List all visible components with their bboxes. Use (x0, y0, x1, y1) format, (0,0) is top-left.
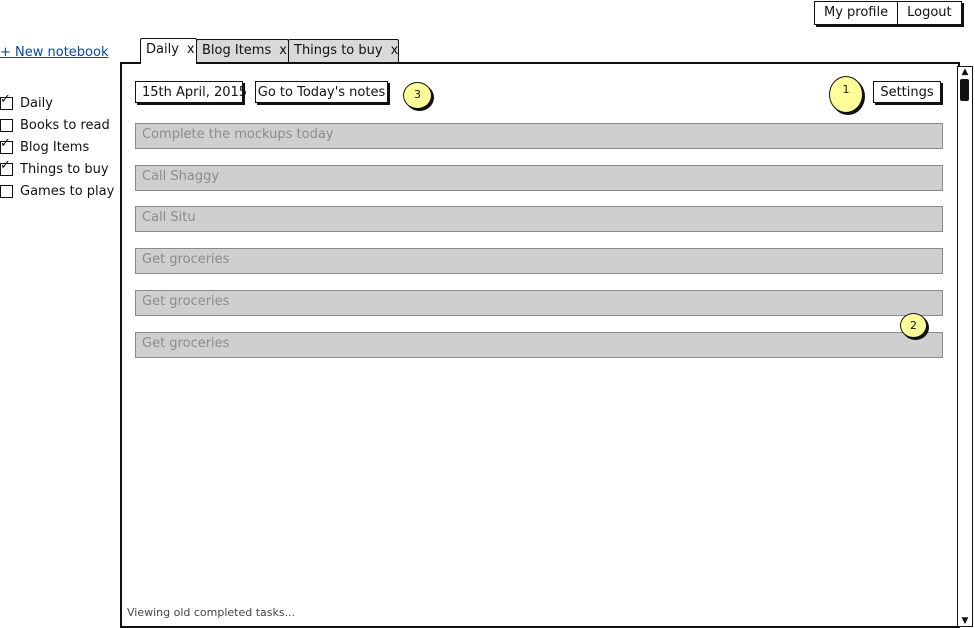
callout-marker: 1 (829, 76, 863, 113)
account-button-group: My profile Logout (814, 1, 962, 25)
notebook-label: Blog Items (20, 139, 90, 155)
scroll-down-icon[interactable]: ▼ (958, 616, 972, 626)
tab-close-button[interactable]: x (279, 43, 287, 58)
tab-blog-items[interactable]: Blog Items x (196, 39, 289, 62)
checkmark-icon: ✓ (0, 157, 11, 173)
scroll-thumb[interactable] (960, 79, 969, 101)
notebook-item-things-to-buy[interactable]: ✓ Things to buy (0, 158, 114, 180)
tab-daily[interactable]: Daily x (140, 38, 197, 64)
note-row[interactable]: Call Shaggy (135, 165, 943, 191)
notebook-checkbox[interactable]: ✓ (0, 92, 13, 110)
notebook-item-daily[interactable]: ✓ Daily (0, 92, 114, 114)
my-profile-button[interactable]: My profile (815, 2, 897, 24)
note-row[interactable]: Get groceries (135, 290, 943, 316)
notebook-label: Games to play (20, 183, 115, 199)
notebook-item-games-to-play[interactable]: Games to play (0, 180, 114, 202)
notebook-checkbox[interactable]: ✓ (0, 136, 13, 154)
tab-label: Blog Items (202, 43, 272, 58)
notebook-list: ✓ Daily Books to read ✓ Blog Items ✓ Thi… (0, 92, 114, 202)
notebook-checkbox[interactable] (0, 184, 13, 198)
go-to-today-button[interactable]: Go to Today's notes (255, 81, 388, 103)
callout-marker: 2 (900, 313, 927, 338)
notebook-label: Books to read (20, 117, 110, 133)
notebook-checkbox[interactable]: ✓ (0, 158, 13, 176)
vertical-scrollbar[interactable]: ▲ ▼ (957, 66, 973, 627)
notebook-checkbox[interactable] (0, 118, 13, 132)
tab-label: Things to buy (294, 43, 383, 58)
checkmark-icon: ✓ (0, 135, 11, 151)
notebook-item-blog-items[interactable]: ✓ Blog Items (0, 136, 114, 158)
notebook-item-books-to-read[interactable]: Books to read (0, 114, 114, 136)
note-row[interactable]: Get groceries (135, 248, 943, 274)
status-text: Viewing old completed tasks... (127, 606, 296, 619)
callout-marker: 3 (403, 82, 432, 109)
notebook-label: Daily (20, 95, 53, 111)
tab-things-to-buy[interactable]: Things to buy x (288, 39, 399, 62)
settings-button[interactable]: Settings (873, 81, 941, 103)
note-row[interactable]: Call Situ (135, 206, 943, 232)
tab-close-button[interactable]: x (187, 42, 195, 57)
note-row[interactable]: Get groceries (135, 332, 943, 358)
notebook-label: Things to buy (20, 161, 109, 177)
date-field[interactable]: 15th April, 2015 (135, 81, 247, 103)
new-notebook-link[interactable]: + New notebook (0, 45, 109, 60)
logout-button[interactable]: Logout (897, 2, 961, 24)
scroll-up-icon[interactable]: ▲ (958, 67, 972, 77)
tab-close-button[interactable]: x (391, 43, 399, 58)
tab-label: Daily (146, 42, 179, 57)
checkmark-icon: ✓ (0, 91, 11, 107)
note-row[interactable]: Complete the mockups today (135, 123, 943, 149)
